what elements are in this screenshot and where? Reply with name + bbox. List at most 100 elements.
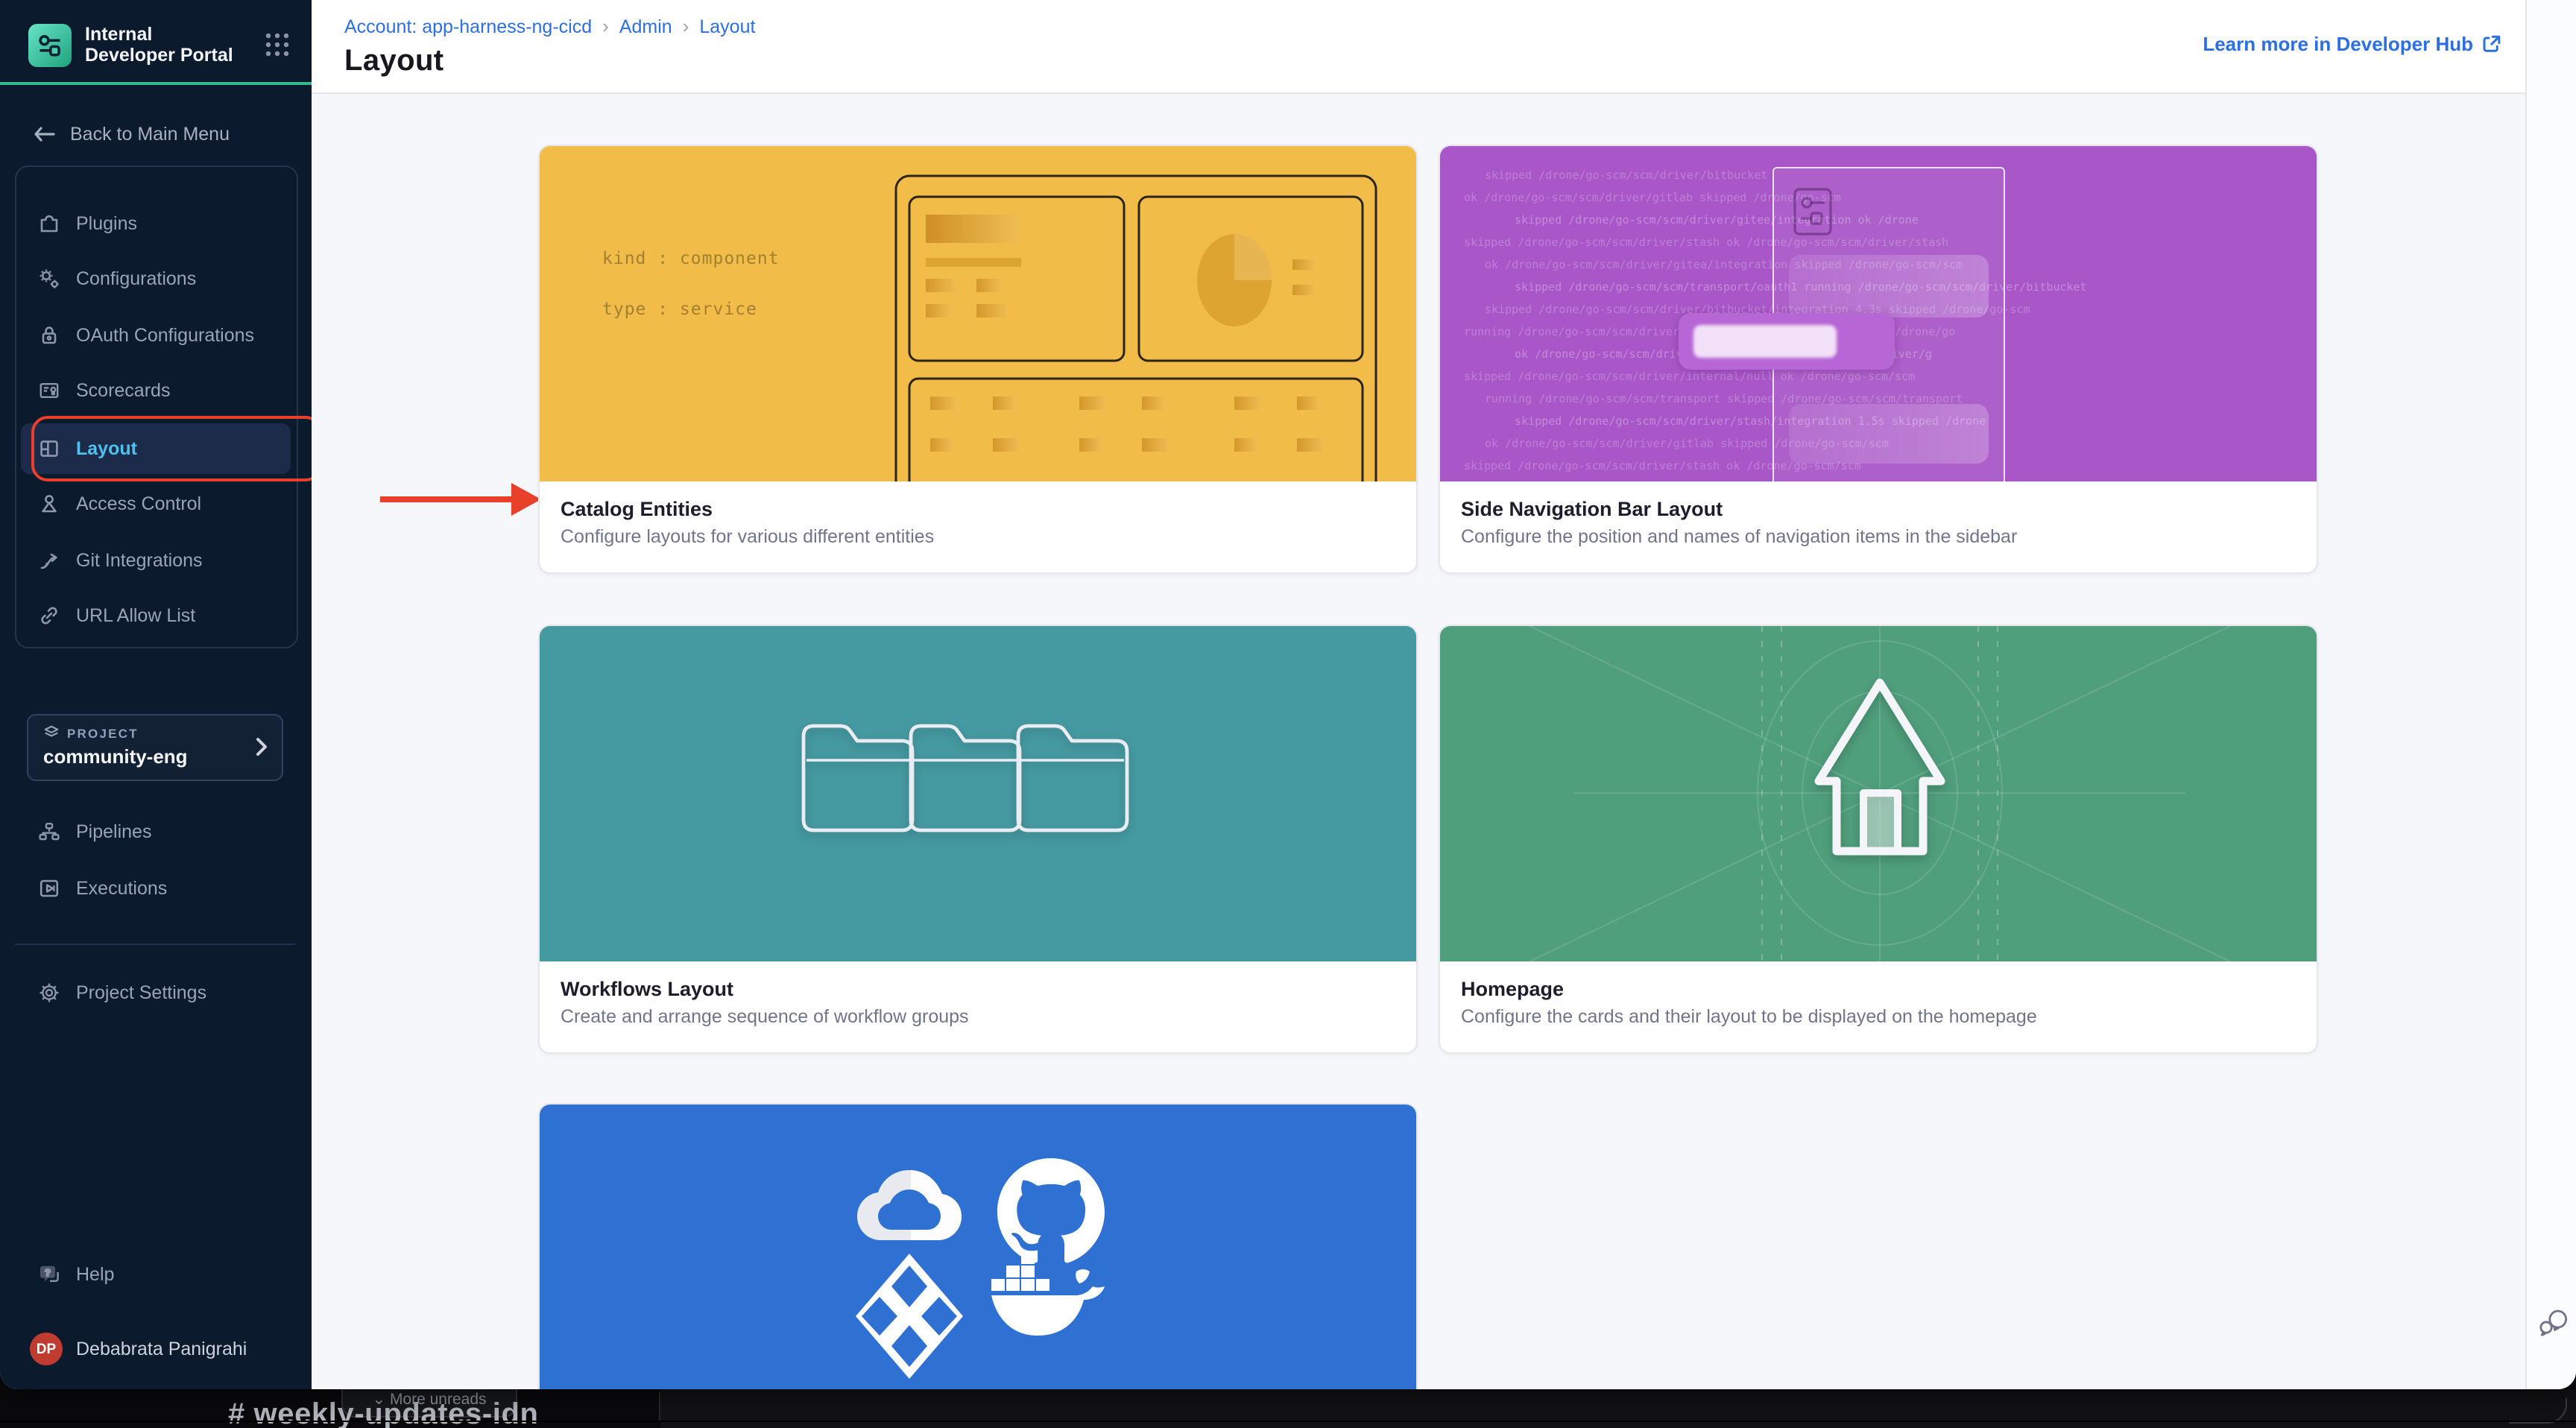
- sidebar-accent-rule: [0, 82, 312, 85]
- card-title: Catalog Entities: [561, 498, 1395, 520]
- card-image-connectors: [540, 1105, 1416, 1389]
- gears-icon: [37, 267, 61, 291]
- user-name: Debabrata Panigrahi: [76, 1339, 247, 1359]
- pipelines-icon: [37, 820, 61, 844]
- arrow-left-icon: [33, 125, 55, 143]
- sidebar-item-layout[interactable]: Layout: [21, 423, 291, 474]
- connectors-illustration: [540, 1105, 1416, 1389]
- sidebar-item-git-integrations[interactable]: Git Integrations: [0, 535, 312, 586]
- background-window-divider: [659, 1392, 660, 1421]
- card-catalog-entities[interactable]: kind : component type : service: [538, 145, 1418, 574]
- nav-pill-highlighted: [1679, 313, 1895, 370]
- background-window-edge: [0, 1421, 2576, 1422]
- card-description: Create and arrange sequence of workflow …: [561, 1006, 1395, 1027]
- nav-pill: [1789, 404, 1989, 464]
- chevron-right-icon: [255, 736, 268, 757]
- card-homepage[interactable]: Homepage Configure the cards and their l…: [1439, 625, 2318, 1054]
- card-title: Workflows Layout: [561, 978, 1395, 1000]
- scorecard-icon: [37, 379, 61, 402]
- sidebar-item-label: Configurations: [76, 268, 196, 289]
- card-title: Side Navigation Bar Layout: [1461, 498, 2296, 520]
- app-window: Internal Developer Portal Back to Main M…: [0, 0, 2576, 1389]
- card-description: Configure the position and names of navi…: [1461, 526, 2296, 547]
- screen: ⌄ More unreads # weekly-updates-idn Inte…: [0, 0, 2576, 1428]
- chat-bubbles-icon[interactable]: [2537, 1307, 2567, 1337]
- sidebar-item-label: Git Integrations: [76, 550, 203, 571]
- sidebar-item-project-settings[interactable]: Project Settings: [0, 967, 312, 1018]
- sidebar-item-label: Plugins: [76, 213, 137, 234]
- project-name: community-eng: [43, 745, 267, 768]
- card-image-catalog: kind : component type : service: [540, 146, 1416, 481]
- docker-icon: [991, 1252, 1105, 1336]
- sidebar: Internal Developer Portal Back to Main M…: [0, 0, 312, 1389]
- sidebar-item-pipelines[interactable]: Pipelines: [0, 806, 312, 857]
- plugin-icon: [37, 212, 61, 236]
- app-title: Internal Developer Portal: [85, 24, 246, 66]
- sidebar-item-url-allow-list[interactable]: URL Allow List: [0, 590, 312, 641]
- sidebar-item-configurations[interactable]: Configurations: [0, 253, 312, 304]
- user-menu[interactable]: DP Debabrata Panigrahi: [0, 1324, 312, 1374]
- sidebar-item-label: Pipelines: [76, 821, 151, 842]
- back-to-main-menu[interactable]: Back to Main Menu: [0, 115, 312, 154]
- layers-icon: [43, 724, 60, 741]
- card-description: Configure the cards and their layout to …: [1461, 1006, 2296, 1027]
- person-icon: [37, 492, 61, 516]
- breadcrumb: Account: app-harness-ng-cicd › Admin › L…: [344, 15, 755, 37]
- sidebar-item-label: URL Allow List: [76, 605, 195, 626]
- sidebar-item-label: Project Settings: [76, 982, 206, 1003]
- diamond-lattice-icon: [856, 1254, 963, 1379]
- sidebar-item-plugins[interactable]: Plugins: [0, 198, 312, 249]
- sidebar-item-access-control[interactable]: Access Control: [0, 478, 312, 529]
- sidebar-item-label: Executions: [76, 878, 167, 899]
- learn-more-label: Learn more in Developer Hub: [2203, 33, 2473, 55]
- sidebar-item-oauth-configurations[interactable]: OAuth Configurations: [0, 310, 312, 361]
- card-image-homepage: [1440, 626, 2317, 961]
- breadcrumb-account-link[interactable]: Account: app-harness-ng-cicd: [344, 16, 592, 37]
- project-selector[interactable]: PROJECT community-eng: [27, 714, 283, 781]
- sidebar-item-scorecards[interactable]: Scorecards: [0, 365, 312, 416]
- app-grid-icon[interactable]: [264, 31, 291, 58]
- card-workflows-layout[interactable]: Workflows Layout Create and arrange sequ…: [538, 625, 1418, 1054]
- card-connectors[interactable]: [538, 1103, 1418, 1389]
- link-icon: [37, 604, 61, 628]
- page-header: Account: app-harness-ng-cicd › Admin › L…: [312, 0, 2525, 94]
- sidebar-item-label: Help: [76, 1264, 114, 1285]
- learn-more-link[interactable]: Learn more in Developer Hub: [2203, 33, 2501, 55]
- annotation-arrow: [377, 478, 544, 520]
- executions-icon: [37, 876, 61, 900]
- git-branch-icon: [37, 549, 61, 572]
- project-eyebrow: PROJECT: [67, 725, 139, 740]
- chevron-separator-icon: ›: [683, 15, 689, 37]
- nav-pill: [1789, 255, 1989, 317]
- back-label: Back to Main Menu: [70, 124, 230, 145]
- lock-icon: [37, 323, 61, 347]
- background-window-corner: [2509, 1398, 2567, 1424]
- sidebar-divider: [15, 944, 295, 945]
- sidebar-item-help[interactable]: ? Help: [0, 1249, 312, 1300]
- card-image-workflows: [540, 626, 1416, 961]
- card-description: Configure layouts for various different …: [561, 526, 1395, 547]
- chevron-separator-icon: ›: [602, 15, 609, 37]
- gear-icon: [37, 981, 61, 1005]
- layout-cards-area: kind : component type : service: [312, 94, 2525, 1389]
- annotation-highlight-box: [31, 416, 322, 481]
- right-rail: [2525, 0, 2576, 1389]
- mini-logo-outline-icon: [1792, 186, 1834, 237]
- background-window-pane: [660, 1389, 2576, 1428]
- card-title: Homepage: [1461, 978, 2296, 1000]
- card-side-navigation-bar-layout[interactable]: skipped /drone/go-scm/scm/driver/bitbuck…: [1439, 145, 2318, 574]
- idp-logo-icon: [28, 23, 72, 66]
- breadcrumb-layout-link[interactable]: Layout: [699, 16, 755, 37]
- card-image-sidenav: skipped /drone/go-scm/scm/driver/bitbuck…: [1440, 146, 2317, 481]
- app-logo-row: Internal Developer Portal: [0, 12, 312, 78]
- sidebar-item-label: Access Control: [76, 493, 201, 514]
- breadcrumb-admin-link[interactable]: Admin: [619, 16, 672, 37]
- sidebar-item-label: Layout: [76, 438, 137, 459]
- layout-icon: [37, 437, 61, 461]
- sidebar-item-executions[interactable]: Executions: [0, 863, 312, 914]
- github-icon: [997, 1158, 1105, 1263]
- avatar: DP: [30, 1333, 63, 1365]
- google-cloud-icon: [857, 1170, 962, 1240]
- folders-illustration: [540, 626, 1416, 961]
- page-title: Layout: [344, 45, 444, 79]
